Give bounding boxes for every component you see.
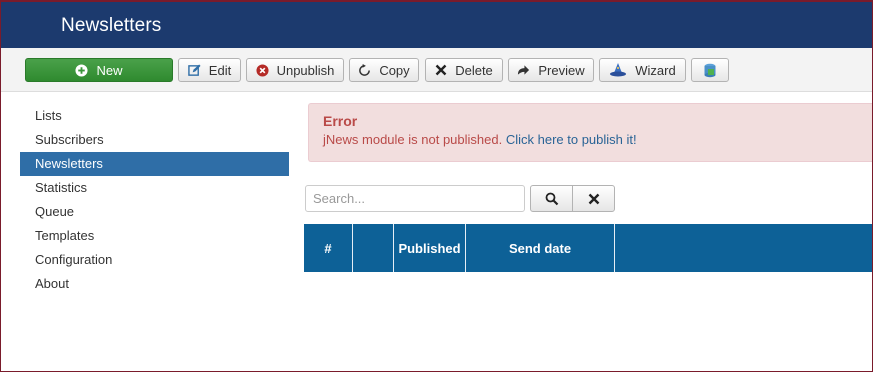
wizard-button[interactable]: Wizard (599, 58, 686, 82)
preview-button-label: Preview (538, 62, 585, 78)
sidebar-item-templates[interactable]: Templates (20, 224, 289, 248)
alert-title: Error (323, 113, 358, 129)
toolbar: New Edit Unpublish Copy Delete Preview W… (0, 48, 873, 92)
x-circle-icon (256, 63, 269, 77)
page-header: Newsletters (0, 0, 873, 48)
column-header-published[interactable]: Published (394, 224, 466, 272)
newsletters-table-header: # Published Send date (304, 224, 873, 272)
sidebar-item-statistics[interactable]: Statistics (20, 176, 289, 200)
copy-button[interactable]: Copy (349, 58, 419, 82)
unpublish-button-label: Unpublish (276, 62, 335, 78)
new-button-label: New (96, 62, 123, 78)
wizard-hat-icon (609, 63, 627, 77)
refresh-icon (358, 63, 371, 77)
sidebar-item-configuration[interactable]: Configuration (20, 248, 289, 272)
sidebar-item-about[interactable]: About (20, 272, 289, 296)
edit-button-label: Edit (208, 62, 232, 78)
unpublish-button[interactable]: Unpublish (246, 58, 344, 82)
column-header-number[interactable]: # (304, 224, 353, 272)
sidebar-item-newsletters[interactable]: Newsletters (20, 152, 289, 176)
delete-button-label: Delete (455, 62, 493, 78)
plus-circle-icon (75, 63, 89, 77)
edit-button[interactable]: Edit (178, 58, 241, 82)
sidebar-item-subscribers[interactable]: Subscribers (20, 128, 289, 152)
page-title: Newsletters (61, 15, 162, 36)
column-header-checkbox[interactable] (353, 224, 394, 272)
share-arrow-icon (517, 64, 530, 76)
alert-message-text: jNews module is not published. (323, 132, 503, 147)
error-alert: Error jNews module is not published. Cli… (308, 103, 873, 162)
database-icon (703, 63, 717, 78)
column-header-extra (615, 224, 873, 272)
search-input[interactable] (305, 185, 525, 212)
new-button[interactable]: New (25, 58, 173, 82)
sidebar-nav: Lists Subscribers Newsletters Statistics… (20, 104, 289, 296)
x-icon (435, 64, 447, 76)
delete-button[interactable]: Delete (425, 58, 503, 82)
search-button[interactable] (530, 185, 573, 212)
clear-search-button[interactable] (572, 185, 615, 212)
edit-icon (188, 63, 201, 77)
column-header-send-date[interactable]: Send date (466, 224, 615, 272)
sidebar-item-lists[interactable]: Lists (20, 104, 289, 128)
copy-button-label: Copy (379, 62, 410, 78)
database-button[interactable] (691, 58, 729, 82)
publish-link[interactable]: Click here to publish it! (506, 132, 637, 147)
preview-button[interactable]: Preview (508, 58, 594, 82)
alert-message: jNews module is not published. Click her… (323, 132, 859, 147)
close-icon (588, 193, 600, 205)
wizard-button-label: Wizard (635, 62, 676, 78)
search-icon (545, 192, 559, 206)
sidebar-item-queue[interactable]: Queue (20, 200, 289, 224)
